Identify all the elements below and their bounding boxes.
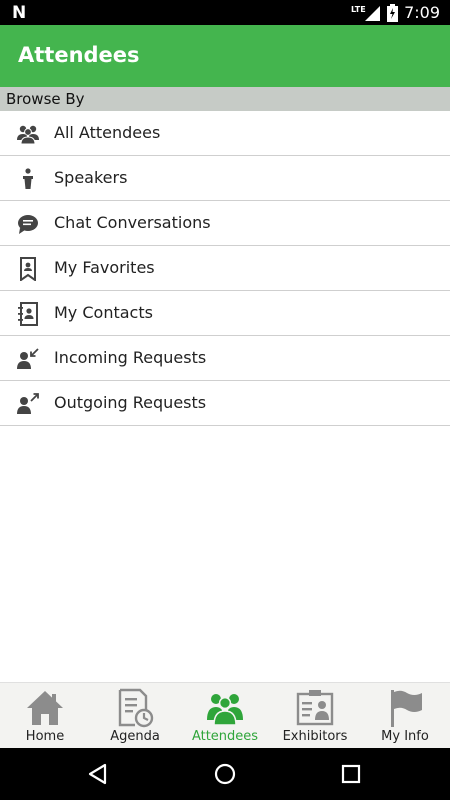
- tab-attendees[interactable]: Attendees: [180, 683, 270, 748]
- menu-item-outgoing-requests[interactable]: Outgoing Requests: [0, 381, 450, 426]
- network-label: LTE: [351, 5, 366, 14]
- status-indicators: LTE 7:09: [351, 0, 440, 25]
- system-nav-bar: [0, 748, 450, 800]
- menu-item-chat-conversations[interactable]: Chat Conversations: [0, 201, 450, 246]
- menu-item-incoming-requests[interactable]: Incoming Requests: [0, 336, 450, 381]
- tab-label: Attendees: [191, 729, 259, 744]
- tab-agenda[interactable]: Agenda: [90, 683, 180, 748]
- battery-icon: [387, 3, 399, 22]
- menu-item-label: My Favorites: [54, 258, 155, 277]
- menu-item-label: My Contacts: [54, 303, 153, 322]
- recents-icon[interactable]: [339, 762, 363, 786]
- bottom-tab-bar: Home Agenda Attendees Exhibitors My Info: [0, 682, 450, 748]
- section-header: Browse By: [0, 87, 450, 111]
- group-icon: [17, 125, 39, 145]
- n-icon: N: [12, 3, 27, 23]
- tab-exhibitors[interactable]: Exhibitors: [270, 683, 360, 748]
- menu-item-my-favorites[interactable]: My Favorites: [0, 246, 450, 291]
- attendees-icon: [207, 694, 243, 726]
- page-title: Attendees: [18, 43, 140, 67]
- chat-bubble-icon: [18, 215, 38, 234]
- menu-item-label: Speakers: [54, 168, 128, 187]
- clock: 7:09: [404, 3, 440, 22]
- tab-label: Home: [25, 729, 65, 744]
- tab-label: Exhibitors: [282, 729, 348, 744]
- menu-item-label: Outgoing Requests: [54, 393, 207, 412]
- menu-item-my-contacts[interactable]: My Contacts: [0, 291, 450, 336]
- tab-label: My Info: [381, 729, 429, 744]
- person-outgoing-icon: [17, 393, 39, 414]
- menu-item-speakers[interactable]: Speakers: [0, 156, 450, 201]
- tab-label: Agenda: [110, 729, 160, 744]
- browse-menu: All Attendees Speakers Chat Conversation…: [0, 111, 450, 426]
- agenda-icon: [118, 688, 154, 728]
- tab-my-info[interactable]: My Info: [360, 683, 450, 748]
- tab-home[interactable]: Home: [0, 683, 90, 748]
- menu-item-label: Chat Conversations: [54, 213, 211, 232]
- menu-item-label: Incoming Requests: [54, 348, 207, 367]
- signal-icon: LTE: [351, 5, 381, 21]
- section-label: Browse By: [6, 90, 85, 108]
- home-circle-icon[interactable]: [213, 762, 237, 786]
- address-book-icon: [18, 302, 38, 326]
- menu-item-label: All Attendees: [54, 123, 161, 142]
- flag-icon: [391, 690, 422, 727]
- exhibitors-icon: [296, 690, 334, 726]
- person-incoming-icon: [17, 348, 39, 369]
- podium-icon: [23, 168, 33, 189]
- menu-item-all-attendees[interactable]: All Attendees: [0, 111, 450, 156]
- app-bar: Attendees: [0, 25, 450, 87]
- home-icon: [27, 691, 63, 725]
- bookmark-person-icon: [20, 257, 36, 281]
- status-bar: N LTE 7:09: [0, 0, 450, 25]
- back-icon[interactable]: [86, 762, 110, 786]
